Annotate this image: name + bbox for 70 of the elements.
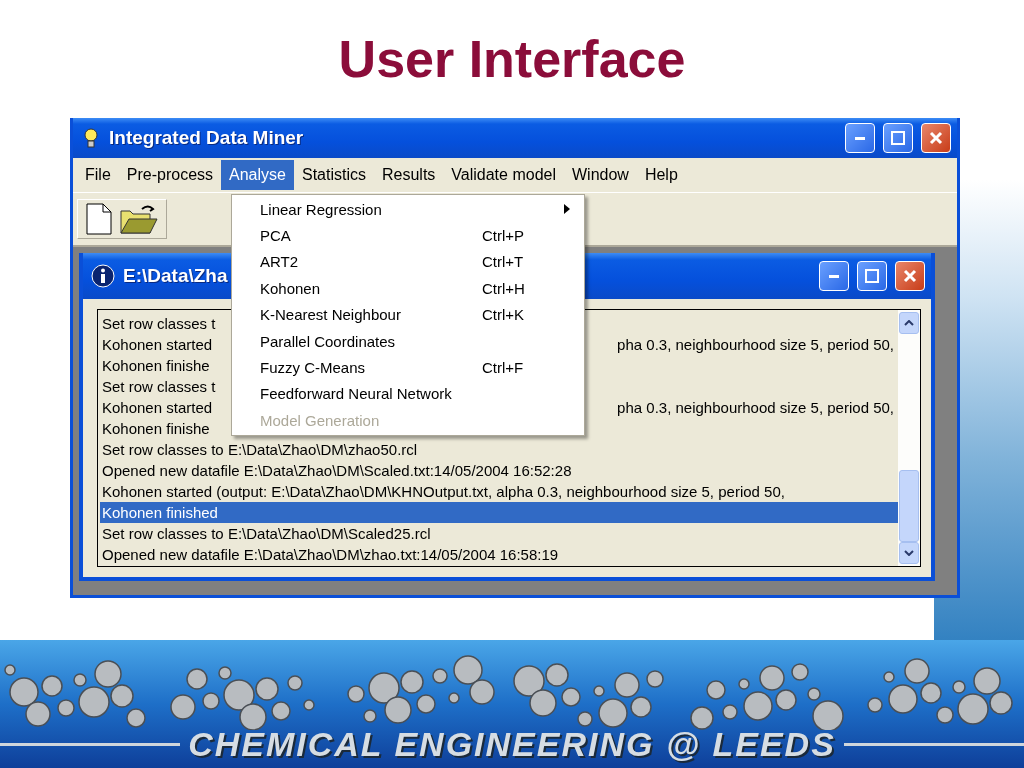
menu-option[interactable]: K-Nearest Neighbour Ctrl+K — [232, 301, 584, 328]
scroll-up-button[interactable] — [899, 312, 919, 334]
log-entry[interactable]: Kohonen finishe — [100, 418, 214, 439]
log-entry[interactable]: Opened new datafile E:\Data\Zhao\DM\Scaled.txt:14/05/2004 16:52:28 — [100, 460, 576, 481]
log-entry[interactable]: Kohonen finished — [100, 502, 898, 523]
menu-option[interactable]: ART2 Ctrl+T — [232, 248, 584, 276]
menu-option[interactable]: Kohonen Ctrl+H — [232, 275, 584, 302]
option-label: Kohonen — [260, 279, 322, 297]
menu-option[interactable]: PCA Ctrl+P — [232, 222, 584, 249]
menu-item[interactable]: File — [77, 160, 119, 190]
close-icon — [903, 269, 917, 283]
log-entry[interactable]: Opened new datafile E:\Data\Zhao\DM\zhao.txt:14/05/2004 16:58:19 — [100, 544, 563, 565]
menu-option[interactable]: Parallel Coordinates — [232, 327, 584, 355]
maximize-icon — [891, 131, 905, 145]
minimize-button[interactable] — [845, 123, 875, 153]
slide-title: User Interface — [337, 29, 687, 90]
option-label: Linear Regression — [260, 200, 383, 218]
maximize-button[interactable] — [857, 261, 887, 291]
minimize-icon — [829, 274, 839, 278]
window-title: E:\Data\Zha — [123, 265, 228, 287]
maximize-button[interactable] — [883, 123, 913, 153]
shortcut-label: Ctrl+T — [482, 253, 525, 271]
log-entry[interactable]: Set row classes to E:\Data\Zhao\DM\zhao50.rcl — [100, 439, 422, 460]
menu-item[interactable]: Pre-process — [118, 160, 222, 190]
menu-item[interactable]: Window — [564, 160, 637, 190]
menu-option[interactable]: Linear Regression — [232, 196, 584, 223]
maximize-icon — [865, 269, 879, 283]
log-entry[interactable]: Set row classes t — [100, 313, 220, 334]
menu-item[interactable]: Help — [636, 160, 686, 190]
option-label: PCA — [260, 227, 292, 245]
down-chevron-icon — [904, 550, 914, 556]
up-chevron-icon — [904, 320, 914, 326]
footer-text: CHEMICAL ENGINEERING @ LEEDS — [188, 725, 836, 764]
log-entry[interactable]: Set row classes to E:\Data\Zhao\DM\Scaled25.rcl — [100, 523, 435, 544]
menu-item[interactable]: Analyse — [221, 160, 294, 190]
option-label: Parallel Coordinates — [260, 332, 397, 350]
minimize-button[interactable] — [819, 261, 849, 291]
close-icon — [929, 131, 943, 145]
log-text: pha 0.3, neighbourhood size 5, period 50, — [617, 335, 895, 355]
close-button[interactable] — [921, 123, 951, 153]
scroll-down-button[interactable] — [899, 542, 919, 564]
menu-item[interactable]: Statistics — [293, 160, 374, 190]
log-entry[interactable]: Set row classes t — [100, 376, 220, 397]
option-label: K-Nearest Neighbour — [260, 306, 402, 324]
info-icon — [91, 264, 115, 288]
lightbulb-icon — [81, 127, 101, 149]
log-entry[interactable]: Kohonen started — [100, 397, 217, 418]
scroll-thumb[interactable] — [899, 470, 919, 542]
option-label: Feedforward Neural Network — [260, 385, 453, 403]
log-entry[interactable]: Kohonen finishe — [100, 355, 214, 376]
option-label: Model Generation — [260, 411, 381, 429]
option-label: ART2 — [260, 253, 300, 271]
menu-option[interactable]: Feedforward Neural Network — [232, 380, 584, 408]
shortcut-label: Ctrl+K — [482, 306, 526, 324]
menu-item[interactable]: Results — [373, 160, 444, 190]
shortcut-label: Ctrl+H — [482, 279, 526, 297]
shortcut-label: Ctrl+F — [482, 359, 525, 377]
menu-option[interactable]: Fuzzy C-Means Ctrl+F — [232, 354, 584, 381]
option-label: Fuzzy C-Means — [260, 359, 367, 377]
open-folder-icon[interactable] — [120, 203, 158, 235]
log-text: pha 0.3, neighbourhood size 5, period 50, — [617, 398, 895, 418]
menu-item[interactable]: Validate model — [443, 160, 564, 190]
new-document-icon[interactable] — [86, 203, 112, 235]
scrollbar[interactable] — [898, 310, 920, 566]
log-entry[interactable]: Kohonen started (output: E:\Data\Zhao\DM\KHNOutput.txt, alpha 0.3, neighbourhood size 5, period 50, — [100, 481, 789, 502]
log-entry[interactable]: Kohonen started — [100, 334, 217, 355]
minimize-icon — [855, 136, 865, 140]
shortcut-label: Ctrl+P — [482, 227, 526, 245]
window-title: Integrated Data Miner — [109, 127, 304, 149]
close-button[interactable] — [895, 261, 925, 291]
